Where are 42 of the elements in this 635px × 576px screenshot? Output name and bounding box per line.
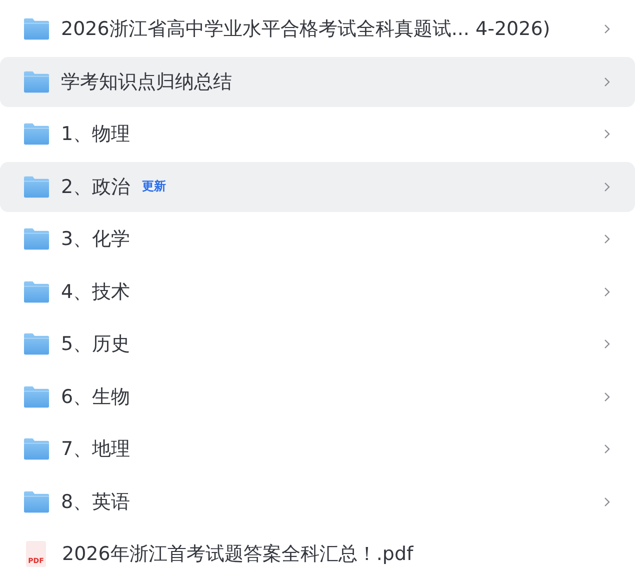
- folder-icon: [24, 438, 49, 460]
- file-name: 6、生物: [61, 384, 130, 410]
- folder-icon: [24, 386, 49, 408]
- file-name: 5、历史: [61, 332, 130, 357]
- file-row[interactable]: 学考知识点归纳总结: [0, 56, 635, 106]
- chevron-icon: [604, 496, 610, 506]
- file-row[interactable]: 1、物理: [0, 109, 635, 159]
- file-row[interactable]: 3、化学: [0, 214, 635, 264]
- file-name: 3、化学: [61, 227, 130, 252]
- chevron-icon: [604, 392, 610, 402]
- update-tag: 更新: [142, 178, 166, 195]
- file-name: 4、技术: [61, 280, 130, 304]
- chevron-icon: [604, 24, 610, 34]
- file-name: 7、地理: [61, 437, 130, 462]
- file-row[interactable]: 8、英语: [0, 476, 635, 526]
- folder-icon: [24, 228, 49, 250]
- chevron-icon: [604, 234, 610, 244]
- file-row[interactable]: 6、生物: [0, 372, 635, 422]
- file-row[interactable]: 7、地理: [0, 424, 635, 474]
- folder-icon: [24, 70, 49, 92]
- file-name: 2、政治: [61, 174, 130, 200]
- file-name: 8、英语: [61, 490, 130, 514]
- chevron-icon: [604, 339, 610, 349]
- chevron-icon: [604, 444, 610, 454]
- folder-icon: [24, 490, 49, 512]
- folder-icon: [24, 18, 49, 40]
- file-name: 1、物理: [61, 122, 130, 147]
- chevron-icon: [604, 286, 610, 296]
- file-row[interactable]: 5、历史: [0, 319, 635, 369]
- file-row[interactable]: 4、技术: [0, 266, 635, 316]
- folder-icon: [24, 176, 49, 198]
- folder-icon: [24, 280, 49, 302]
- file-row[interactable]: 2026浙江省高中学业水平合格考试全科真题试... 4-2026): [0, 4, 635, 54]
- chevron-icon: [604, 129, 610, 139]
- file-name: 2026浙江省高中学业水平合格考试全科真题试... 4-2026): [61, 17, 550, 42]
- file-row[interactable]: 2、政治 更新: [0, 162, 635, 212]
- folder-icon: [24, 123, 49, 145]
- folder-icon: [24, 333, 49, 355]
- file-name: 2026年浙江首考试题答案全科汇总！.pdf: [62, 542, 414, 567]
- chevron-icon: [604, 182, 610, 192]
- chevron-icon: [604, 76, 610, 86]
- file-name: 学考知识点归纳总结: [61, 70, 232, 94]
